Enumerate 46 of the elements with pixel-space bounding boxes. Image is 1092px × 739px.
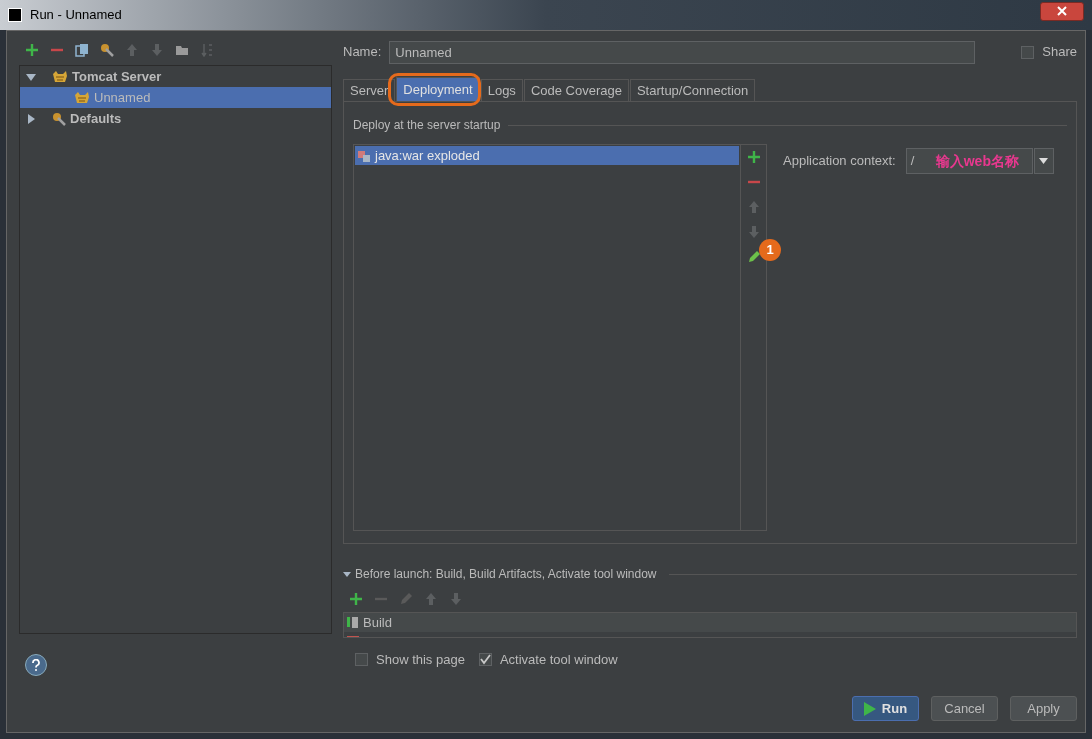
add-icon[interactable] [25, 43, 39, 57]
tree-item[interactable]: Unnamed [20, 87, 331, 108]
name-field[interactable]: Unnamed [389, 40, 976, 64]
collapsed-arrow-icon[interactable] [26, 113, 36, 124]
name-label: Name: [343, 43, 382, 62]
tab[interactable]: Code Coverage [523, 79, 629, 101]
annotation-text: 输入web名称 [935, 151, 1019, 171]
dialog-button[interactable]: Apply [1010, 696, 1077, 721]
tab[interactable]: Logs [480, 79, 523, 101]
dialog-button[interactable]: Cancel [931, 696, 998, 721]
close-button[interactable] [1040, 1, 1084, 21]
pencil-icon[interactable] [746, 250, 761, 264]
before-launch-title: Before launch: Build, Build Artifacts, Activate tool window [355, 566, 657, 583]
option-label: Activate tool window [499, 651, 618, 669]
option-label: Show this page [376, 651, 465, 669]
caret-icon [1039, 158, 1049, 164]
share-checkbox[interactable] [1021, 45, 1035, 59]
copy-icon[interactable] [75, 43, 89, 57]
tab[interactable]: Deployment [396, 77, 480, 101]
add-icon[interactable] [349, 592, 363, 606]
application-context-label: Application context: [783, 152, 896, 171]
tab[interactable]: Server [343, 79, 396, 101]
app-icon [8, 8, 22, 22]
artifact-item[interactable]: java:war exploded [355, 146, 739, 165]
play-icon [863, 701, 876, 716]
expanded-arrow-icon[interactable] [343, 570, 351, 578]
help-icon[interactable] [25, 654, 47, 676]
annotation-badge: 1 [759, 239, 781, 261]
option-checkbox[interactable] [355, 653, 368, 667]
close-icon [1057, 6, 1067, 16]
share-label: Share [1042, 43, 1077, 62]
dropdown-button[interactable] [1033, 148, 1054, 174]
build-icon [347, 616, 359, 629]
option-checkbox[interactable] [478, 653, 492, 667]
add-icon[interactable] [746, 150, 761, 164]
expanded-arrow-icon[interactable] [26, 71, 36, 82]
run-button[interactable]: Run [852, 696, 919, 721]
application-context-field[interactable]: / 输入web名称 [905, 148, 1033, 174]
tab[interactable]: Startup/Connection [629, 79, 756, 101]
tree-item[interactable]: Tomcat Server [20, 66, 331, 87]
tree-item[interactable]: Defaults [20, 108, 331, 129]
section-title: Deploy at the server startup [353, 117, 501, 134]
artifact-icon [357, 148, 371, 163]
task-label[interactable]: Build [363, 613, 392, 633]
window-title: Run - Unnamed [30, 6, 122, 25]
folder-icon[interactable] [175, 43, 189, 57]
